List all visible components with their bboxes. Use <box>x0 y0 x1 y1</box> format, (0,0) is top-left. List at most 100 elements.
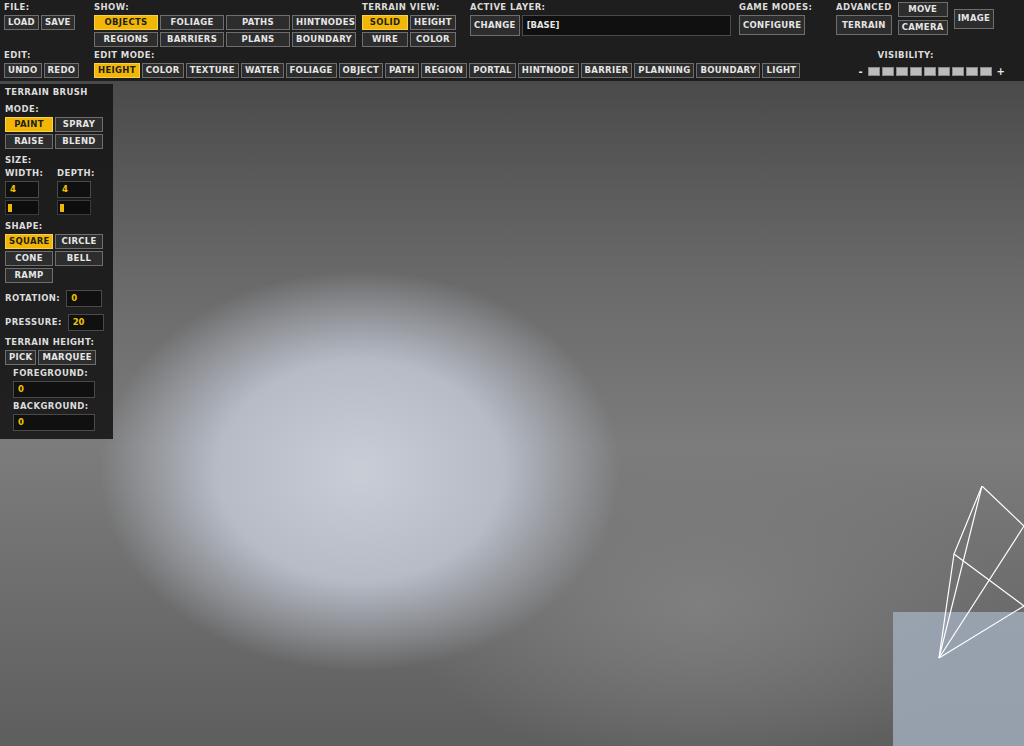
background-input[interactable]: 0 <box>13 414 95 431</box>
pressure-input[interactable]: 20 <box>68 314 104 331</box>
toolbar-button[interactable]: PLANS <box>226 32 290 47</box>
section-label: MODE: <box>5 104 108 115</box>
terrain-button[interactable]: TERRAIN <box>836 15 892 35</box>
rotation-input[interactable]: 0 <box>66 290 102 307</box>
toolbar-button[interactable]: REDO <box>44 63 80 78</box>
button-grid: OBJECTSFOLIAGEPATHSHINTNODES REGIONSBARRI… <box>94 15 362 47</box>
toolbar-button[interactable]: BLEND <box>55 134 103 149</box>
toolbar-button[interactable]: LOAD <box>4 15 39 30</box>
camera-frustum-icon <box>914 486 1024 686</box>
size-field: WIDTH: 4 <box>5 168 53 215</box>
field-label: PRESSURE: <box>5 317 62 328</box>
size-input[interactable]: 4 <box>5 181 39 198</box>
toolbar-button[interactable]: UNDO <box>4 63 42 78</box>
visibility-segment[interactable] <box>910 67 922 76</box>
visibility-segment[interactable] <box>980 67 992 76</box>
toolbar-button[interactable]: CONE <box>5 251 53 266</box>
toolbar-button[interactable]: BOUNDARY <box>696 63 760 78</box>
toolbar-button[interactable]: TEXTURE <box>186 63 239 78</box>
toolbar-button[interactable]: BARRIERS <box>160 32 224 47</box>
active-layer-field[interactable]: [BASE] <box>522 15 731 36</box>
toolbar-button[interactable]: BOUNDARY <box>292 32 356 47</box>
toolbar-button[interactable]: COLOR <box>142 63 184 78</box>
toolbar-button[interactable]: PORTAL <box>469 63 516 78</box>
group-label: EDIT: <box>4 50 94 61</box>
section-label: TERRAIN HEIGHT: <box>5 337 108 348</box>
toolbar-button[interactable]: CIRCLE <box>55 234 103 249</box>
edit-group: EDIT: UNDOREDO <box>4 50 94 78</box>
toolbar-button[interactable]: PATH <box>385 63 418 78</box>
toolbar-button[interactable]: REGION <box>421 63 468 78</box>
toolbar-button[interactable]: SPRAY <box>55 117 103 132</box>
3d-viewport[interactable]: TERRAIN BRUSHMODE:PAINTSPRAYRAISEBLENDSI… <box>0 81 1024 746</box>
toolbar-button[interactable]: SAVE <box>41 15 75 30</box>
pressure-row: PRESSURE: 20 <box>5 314 108 331</box>
show-group: SHOW: OBJECTSFOLIAGEPATHSHINTNODES REGIONS… <box>94 2 362 47</box>
toolbar-button[interactable]: MARQUEE <box>38 350 95 365</box>
move-button[interactable]: MOVE <box>898 2 948 17</box>
minimap[interactable] <box>893 612 1024 746</box>
toolbar-button[interactable]: OBJECT <box>339 63 384 78</box>
advanced-group: ADVANCEDTERRAINMOVECAMERAIMAGE <box>836 2 994 35</box>
toolbar-button[interactable]: RAISE <box>5 134 53 149</box>
toolbar-row: EDIT: UNDOREDO EDIT MODE:HEIGHTCOLORTEXTUR… <box>4 50 1020 78</box>
toolbar-button[interactable]: WATER <box>241 63 284 78</box>
rotation-row: ROTATION:0 <box>5 290 108 307</box>
visibility-slider[interactable]: -+ <box>855 63 1008 77</box>
button-row: PICKMARQUEE <box>5 350 108 365</box>
size-input[interactable]: 4 <box>57 181 91 198</box>
visibility-segment[interactable] <box>924 67 936 76</box>
group-label: TERRAIN VIEW: <box>362 2 470 13</box>
active-layer-group: ACTIVE LAYER: CHANGE[BASE] <box>470 2 739 36</box>
move-camera-stack: MOVE CAMERA <box>898 2 948 35</box>
visibility-segment[interactable] <box>966 67 978 76</box>
group-label: VISIBILITY: <box>855 50 1008 61</box>
image-button[interactable]: IMAGE <box>954 9 994 29</box>
group-label: ACTIVE LAYER: <box>470 2 739 13</box>
toolbar-button[interactable]: RAMP <box>5 268 53 283</box>
visibility-segment[interactable] <box>952 67 964 76</box>
toolbar-button[interactable]: COLOR <box>410 32 456 47</box>
toolbar-button[interactable]: PATHS <box>226 15 290 30</box>
toolbar-button[interactable]: SOLID <box>362 15 408 30</box>
visibility-plus[interactable]: + <box>994 66 1008 77</box>
toolbar-button[interactable]: HEIGHT <box>410 15 456 30</box>
group-label: FILE: <box>4 2 94 13</box>
toolbar-button[interactable]: HINTNODES <box>292 15 356 30</box>
configure-button[interactable]: CONFIGURE <box>739 15 805 35</box>
zero-editor: FILE:LOADSAVESHOW:OBJECTSFOLIAGEPATHSHIN… <box>0 0 1024 746</box>
toolbar-button[interactable]: PLANNING <box>634 63 694 78</box>
toolbar-button[interactable]: HINTNODE <box>518 63 579 78</box>
visibility-segment[interactable] <box>882 67 894 76</box>
toolbar-button[interactable]: HEIGHT <box>94 63 140 78</box>
visibility-segment[interactable] <box>896 67 908 76</box>
slider-thumb[interactable] <box>8 204 12 212</box>
visibility-minus[interactable]: - <box>855 66 865 77</box>
toolbar-button[interactable]: OBJECTS <box>94 15 158 30</box>
size-slider[interactable] <box>5 200 39 215</box>
group-label: GAME MODES: <box>739 2 836 13</box>
edit-mode-group: EDIT MODE:HEIGHTCOLORTEXTUREWATERFOLIAGE… <box>94 50 800 78</box>
toolbar-button[interactable]: PICK <box>5 350 36 365</box>
toolbar-button[interactable]: SQUARE <box>5 234 53 249</box>
visibility-group: VISIBILITY:-+ <box>855 50 1008 77</box>
toolbar-button[interactable]: BELL <box>55 251 103 266</box>
toolbar-button[interactable]: FOLIAGE <box>286 63 337 78</box>
toolbar-button[interactable]: LIGHT <box>762 63 800 78</box>
toolbar-button[interactable]: PAINT <box>5 117 53 132</box>
file-group: FILE: LOADSAVE <box>4 2 94 30</box>
size-slider[interactable] <box>57 200 91 215</box>
visibility-segment[interactable] <box>938 67 950 76</box>
foreground-input[interactable]: 0 <box>13 381 95 398</box>
camera-button[interactable]: CAMERA <box>898 20 948 35</box>
toolbar-button[interactable]: BARRIER <box>581 63 633 78</box>
toolbar-button[interactable]: FOLIAGE <box>160 15 224 30</box>
toolbar-button[interactable]: WIRE <box>362 32 408 47</box>
change-button[interactable]: CHANGE <box>470 15 520 36</box>
slider-thumb[interactable] <box>60 204 64 212</box>
field-label: FOREGROUND: <box>13 368 108 379</box>
visibility-segment[interactable] <box>868 67 880 76</box>
toolbar-button[interactable]: REGIONS <box>94 32 158 47</box>
field-label: WIDTH: <box>5 168 53 179</box>
group-label: SHOW: <box>94 2 362 13</box>
